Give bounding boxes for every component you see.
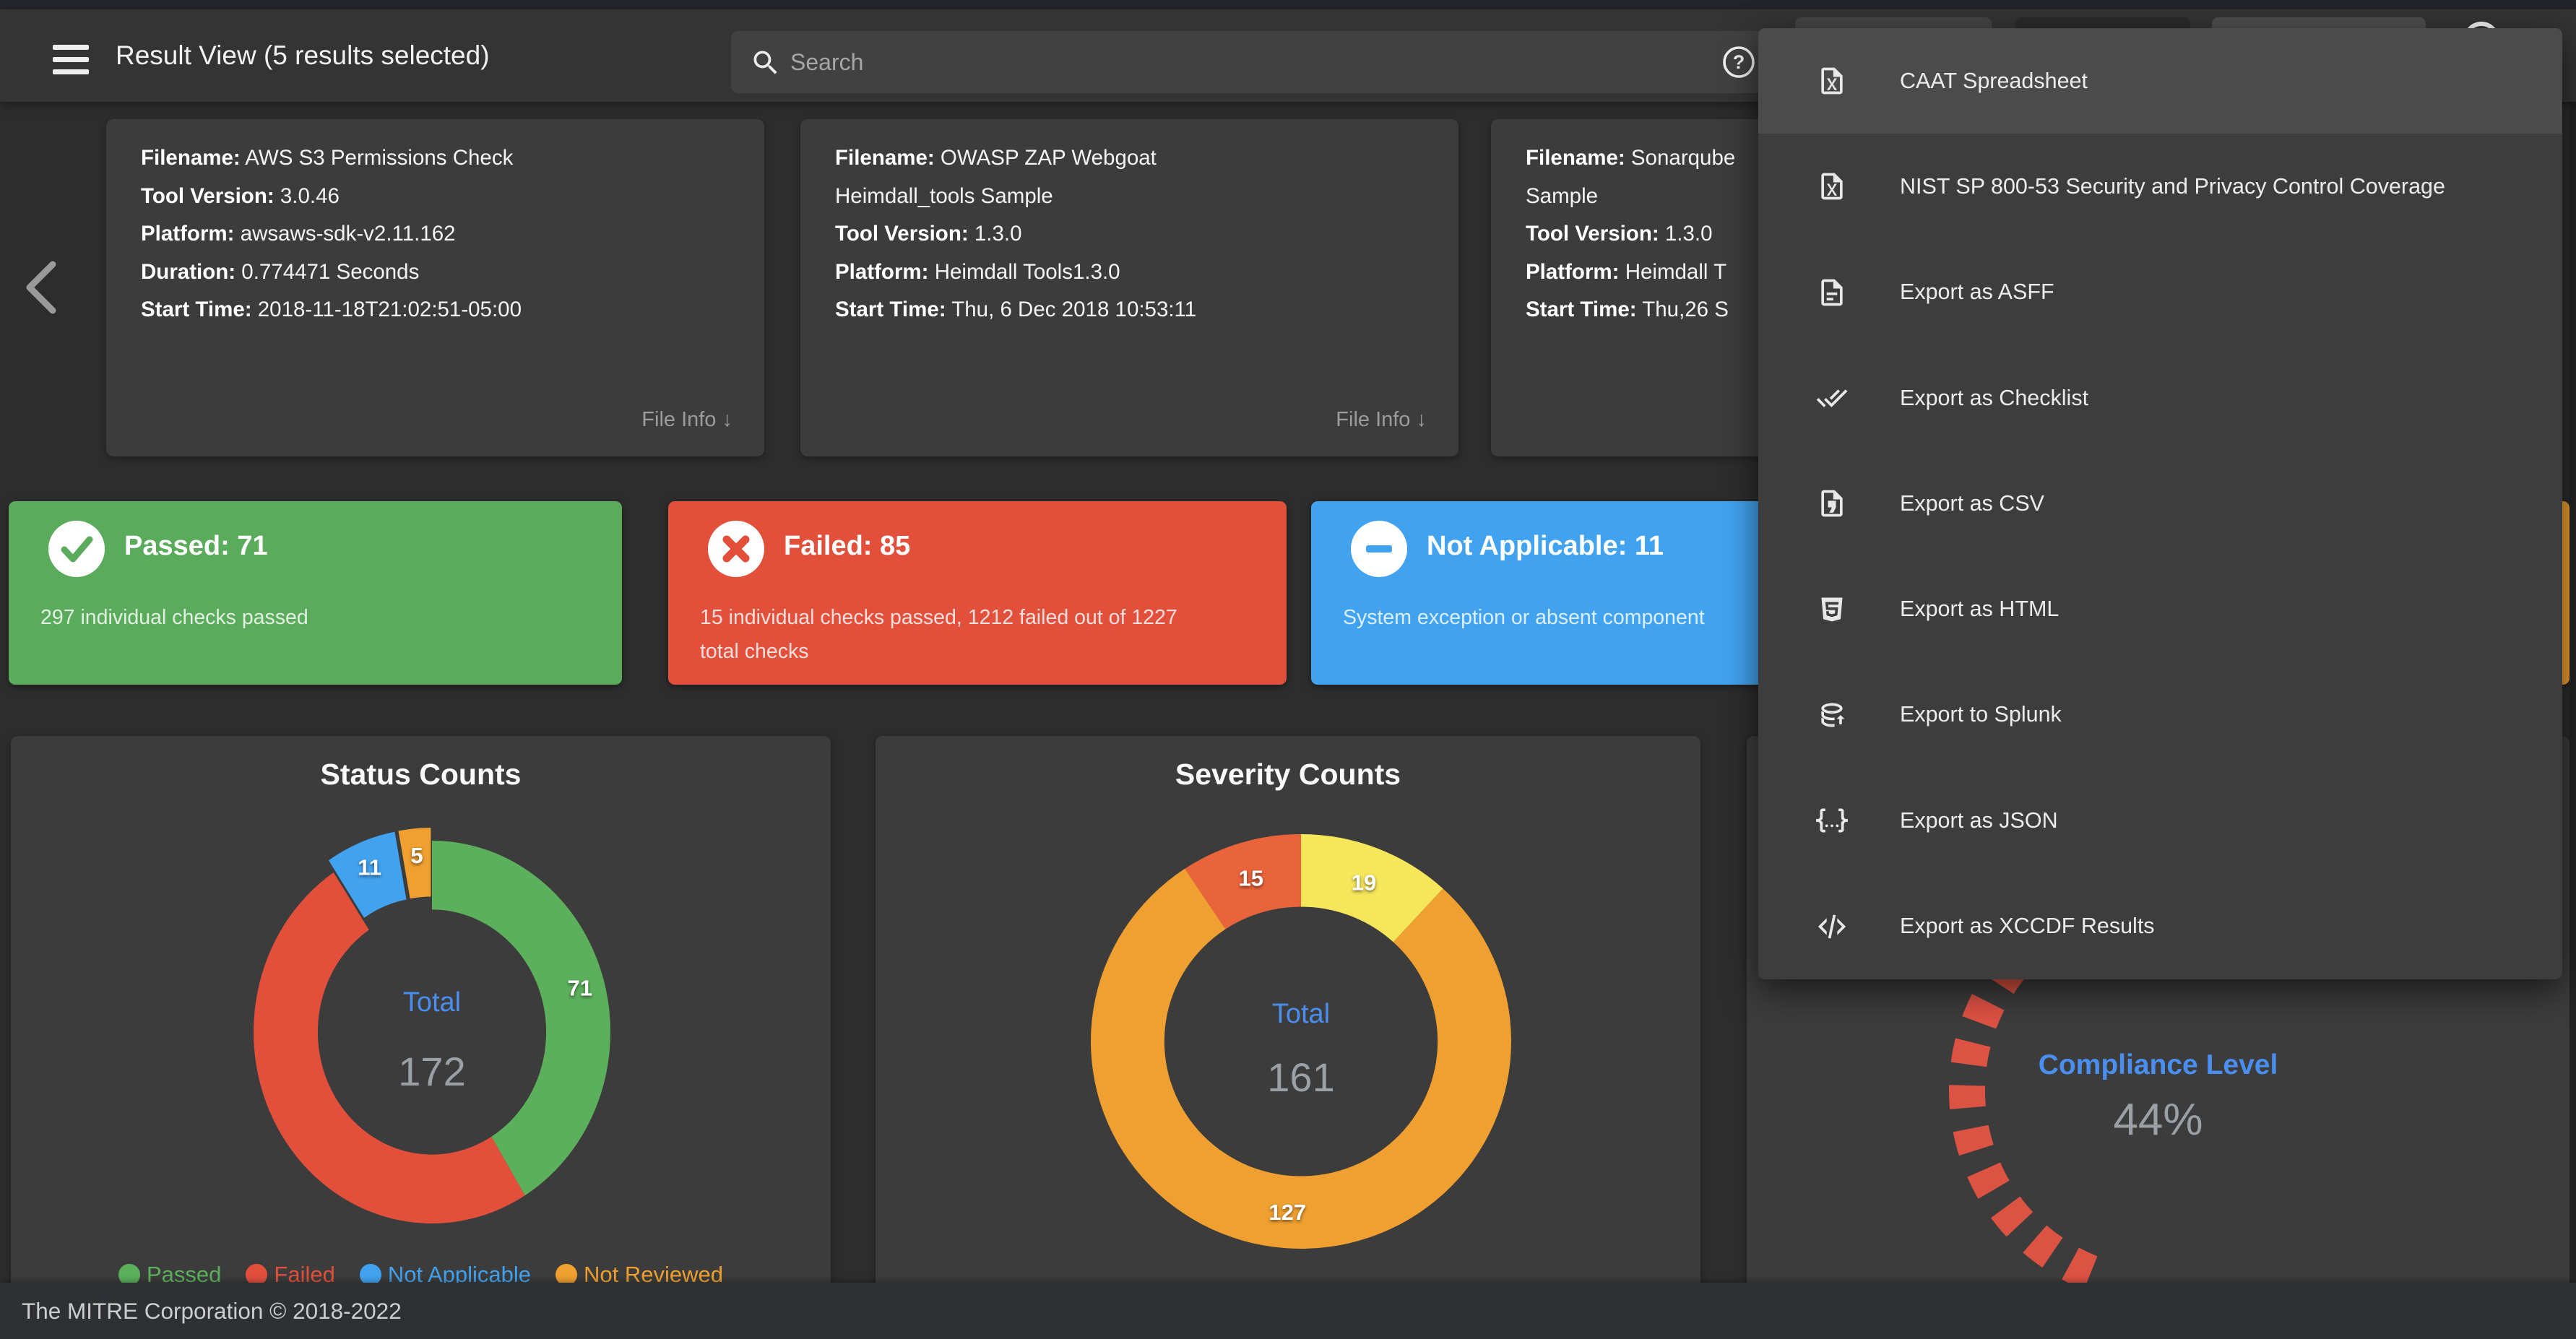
- footer-text: The MITRE Corporation © 2018-2022: [22, 1298, 402, 1324]
- svg-text:15: 15: [1238, 865, 1263, 890]
- file-card-lines: Filename: OWASP ZAP Webgoat Heimdall_too…: [835, 146, 1197, 321]
- status-card-title: Passed: 71: [124, 531, 268, 561]
- file-card-lines: Filename: AWS S3 Permissions Check Tool …: [141, 146, 522, 321]
- failed-status-card: Failed: 85 15 individual checks passed, …: [668, 501, 1287, 685]
- status-card-title: Not Applicable: 11: [1427, 531, 1664, 561]
- help-icon[interactable]: ?: [1721, 44, 1757, 80]
- menu-hamburger-icon[interactable]: [53, 45, 89, 75]
- menu-item-nist-coverage[interactable]: NIST SP 800-53 Security and Privacy Cont…: [1758, 134, 2562, 239]
- status-counts-card: Status Counts 71 11 5 Total 172 Passed Fail…: [11, 736, 831, 1311]
- file-info-link[interactable]: File Info ↓: [641, 408, 732, 432]
- menu-item-export-csv[interactable]: Export as CSV: [1758, 451, 2562, 556]
- svg-text:5: 5: [410, 843, 423, 868]
- check-all-icon: [1816, 389, 1848, 407]
- page-title: Result View (5 results selected): [116, 40, 490, 70]
- search-placeholder: Search: [790, 49, 864, 75]
- svg-text:127: 127: [1268, 1200, 1306, 1225]
- status-counts-donut[interactable]: 7111 5: [11, 736, 831, 1311]
- menu-item-export-html[interactable]: Export as HTML: [1758, 556, 2562, 662]
- x-circle-icon: [708, 521, 764, 577]
- svg-text:?: ?: [1733, 51, 1745, 73]
- passed-status-card: Passed: 71 297 individual checks passed: [9, 501, 622, 685]
- donut-total-value: 172: [398, 1049, 466, 1094]
- file-excel-icon: [1821, 173, 1843, 200]
- status-card-title: Failed: 85: [784, 531, 911, 561]
- menu-item-export-asff[interactable]: Export as ASFF: [1758, 240, 2562, 345]
- code-json-icon: [1816, 808, 1848, 833]
- donut-total-value: 161: [1267, 1054, 1335, 1100]
- compliance-level-label: Compliance Level: [2038, 1049, 2278, 1080]
- minus-circle-icon: [1351, 521, 1407, 577]
- severity-counts-card: Severity Counts 19 127 15 Total 161: [876, 736, 1700, 1311]
- donut-total-label: Total: [1271, 999, 1331, 1029]
- menu-item-export-checklist[interactable]: Export as Checklist: [1758, 345, 2562, 451]
- menu-item-export-splunk[interactable]: Export to Splunk: [1758, 662, 2562, 768]
- status-card-subtitle: 297 individual checks passed: [40, 606, 308, 629]
- file-delimited-icon: [1821, 490, 1843, 517]
- scroll-left-chevron-icon[interactable]: [18, 259, 61, 316]
- footer-bar: The MITRE Corporation © 2018-2022: [0, 1283, 2576, 1339]
- status-card-subtitle: 15 individual checks passed, 1212 failed…: [700, 606, 1177, 663]
- search-icon: [753, 51, 777, 74]
- svg-text:11: 11: [358, 855, 381, 880]
- file-card: Filename: AWS S3 Permissions Check Tool …: [106, 119, 764, 456]
- export-dropdown-menu: CAAT Spreadsheet NIST SP 800-53 Security…: [1758, 28, 2562, 979]
- svg-text:19: 19: [1352, 870, 1376, 895]
- database-export-icon: [1821, 703, 1845, 727]
- file-card: Filename: OWASP ZAP Webgoat Heimdall_too…: [800, 119, 1458, 456]
- file-document-icon: [1821, 279, 1843, 306]
- menu-item-export-xccdf[interactable]: Export as XCCDF Results: [1758, 873, 2562, 979]
- code-tags-icon: [1818, 914, 1846, 939]
- compliance-level-value: 44%: [2113, 1095, 2203, 1145]
- donut-total-label: Total: [402, 987, 462, 1018]
- menu-item-caat-spreadsheet[interactable]: CAAT Spreadsheet: [1758, 28, 2562, 134]
- file-info-link[interactable]: File Info ↓: [1336, 408, 1427, 432]
- menu-item-export-json[interactable]: Export as JSON: [1758, 768, 2562, 873]
- html5-icon: [1821, 597, 1843, 622]
- check-circle-icon: [48, 521, 105, 577]
- file-excel-icon: [1821, 67, 1843, 95]
- window-top-strip: [0, 0, 2576, 9]
- search-input[interactable]: Search: [731, 31, 1773, 93]
- right-edge-strip: [2569, 9, 2576, 1283]
